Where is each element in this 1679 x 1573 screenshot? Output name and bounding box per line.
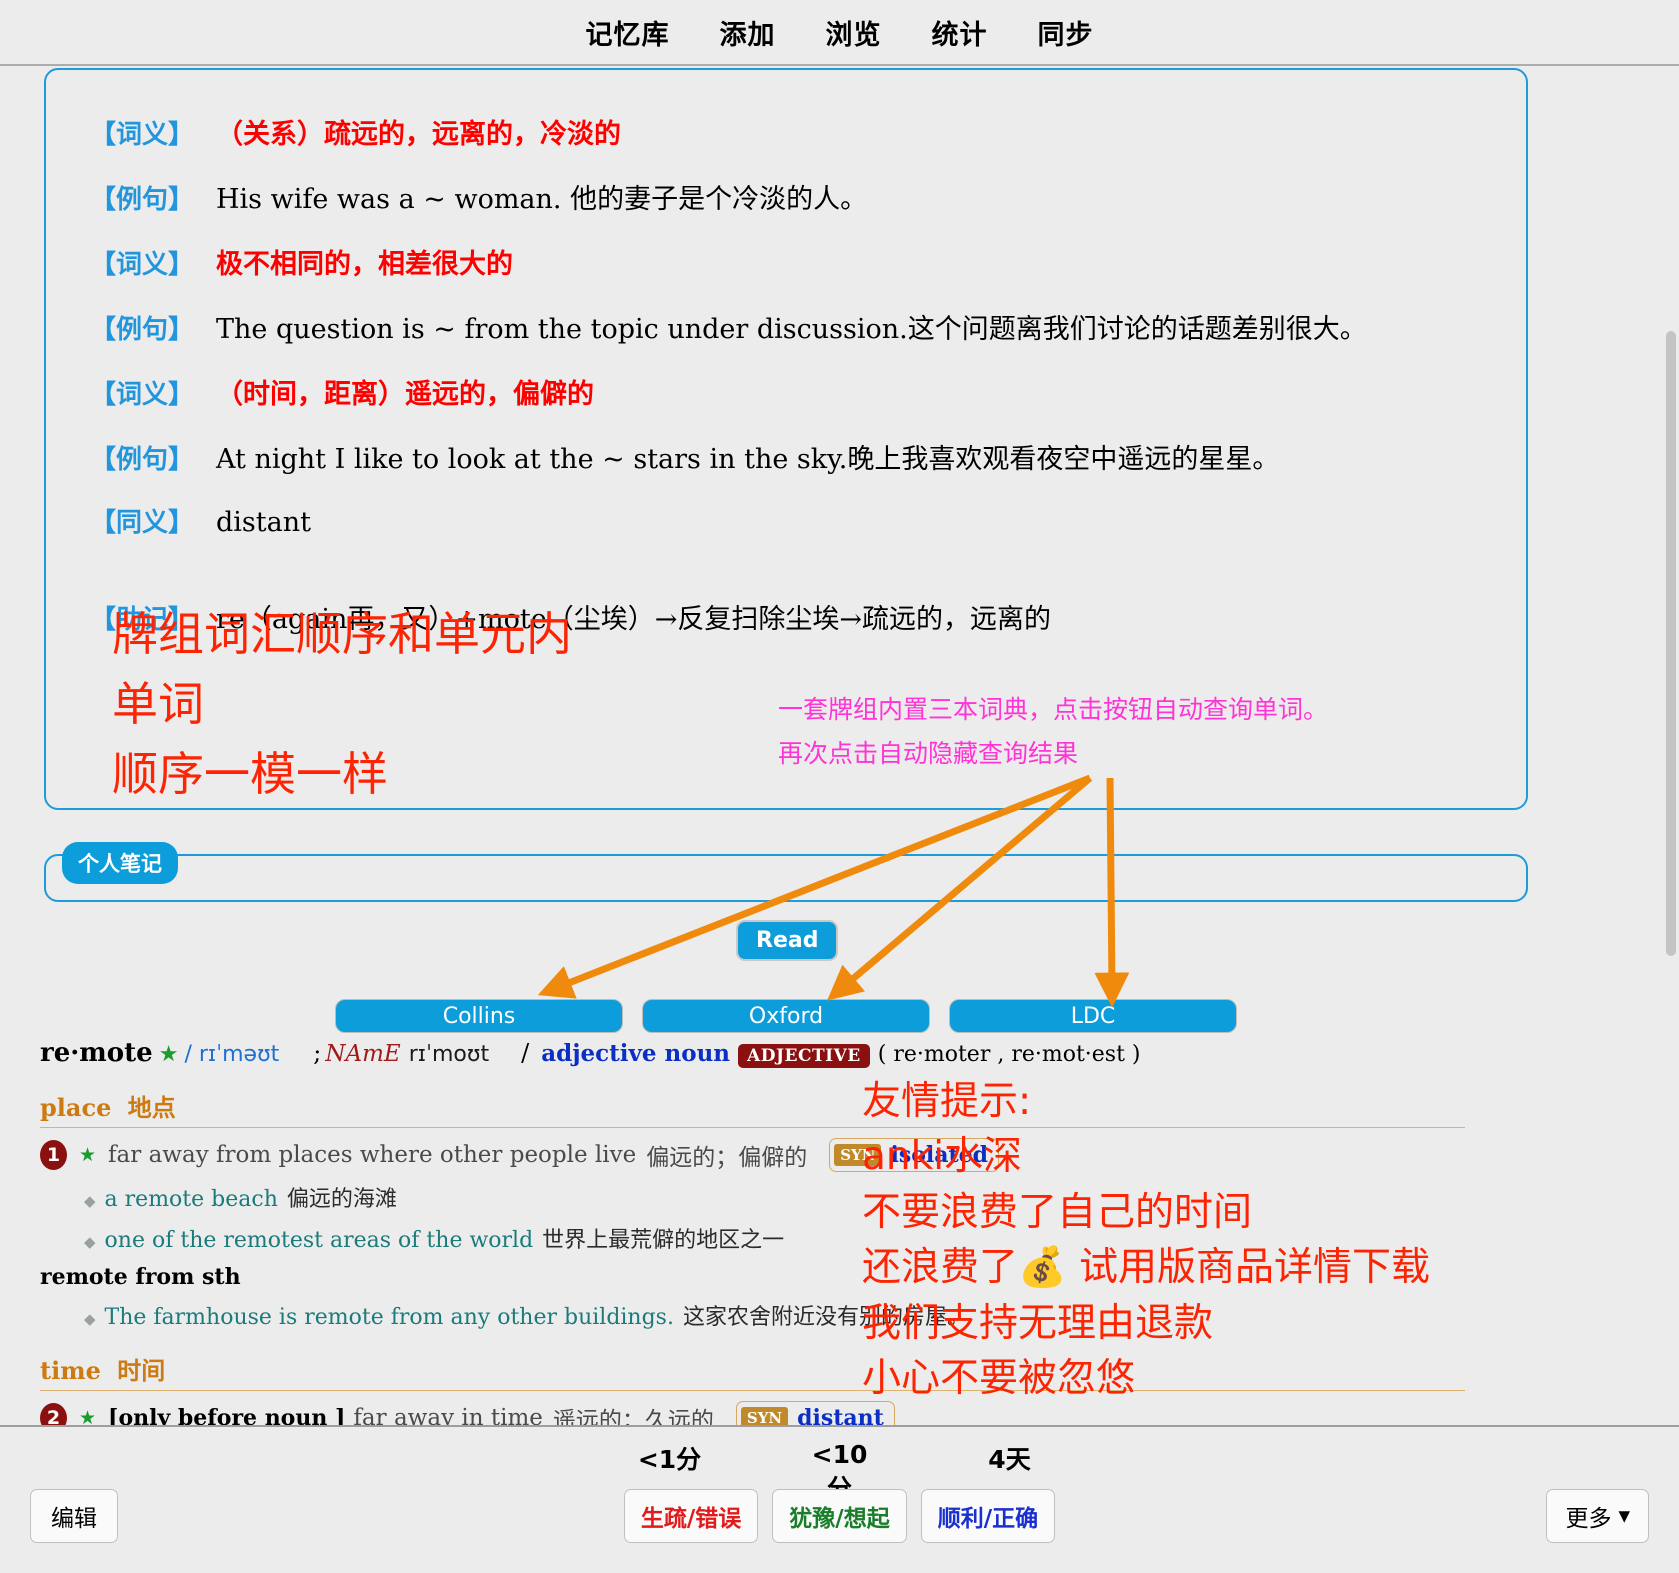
dictionary-button-collins[interactable]: Collins (335, 999, 623, 1033)
card-row: 【词义】 极不相同的，相差很大的 (90, 242, 1510, 281)
entry-part-of-speech: adjective noun (541, 1040, 731, 1067)
answer-button-hard[interactable]: 犹豫/想起 (772, 1489, 907, 1543)
sense-number: 2 (40, 1403, 67, 1425)
star-icon: ★ (158, 1042, 179, 1067)
card-row: 【词义】 （时间，距离）遥远的，偏僻的 (90, 372, 1510, 411)
field-label-synonym: 【同义】 (90, 508, 195, 538)
sense-definition-cn: 遥远的；久远的 (552, 1408, 714, 1425)
example-en: a remote beach (104, 1187, 278, 1212)
field-value-meaning: 极不相同的，相差很大的 (216, 249, 513, 280)
answer-bar: <1分 <10分 4天 生疏/错误 犹豫/想起 顺利/正确 编辑 更多 ▾ (0, 1425, 1679, 1573)
nav-item-sync[interactable]: 同步 (1038, 13, 1094, 52)
more-button[interactable]: 更多 ▾ (1546, 1489, 1649, 1543)
entry-name-label: NAmE (325, 1041, 401, 1067)
dictionary-button-ldc[interactable]: LDC (949, 999, 1237, 1033)
sense-category-en: time (40, 1356, 101, 1385)
answer-button-good[interactable]: 顺利/正确 (920, 1489, 1056, 1543)
annotation-warning-note: 友情提示: anki水深 不要浪费了自己的时间 还浪费了💰 试用版商品详情下载 … (862, 1079, 1430, 1401)
sense-definition-en: far away in time (353, 1405, 543, 1425)
annotation-dictionary-note: 一套牌组内置三本词典，点击按钮自动查询单词。 再次点击自动隐藏查询结果 (778, 695, 1329, 768)
star-icon: ★ (79, 1144, 97, 1166)
field-label-example: 【例句】 (90, 185, 195, 215)
vertical-scrollbar[interactable] (1663, 66, 1679, 1425)
answer-buttons: 生疏/错误 犹豫/想起 顺利/正确 (0, 1489, 1679, 1543)
entry-ipa-british: / rɪˈməʊt (184, 1042, 280, 1067)
sense-definition-cn: 偏远的；偏僻的 (646, 1145, 808, 1171)
adjective-badge: ADJECTIVE (738, 1044, 870, 1068)
syn-value[interactable]: distant (797, 1405, 884, 1425)
card-row: 【例句】 His wife was a ~ woman. 他的妻子是个冷淡的人。 (90, 177, 1510, 216)
personal-notes-field[interactable] (44, 854, 1528, 902)
sense-grammar-note: [only before noun ] (108, 1405, 346, 1425)
example-cn: 世界上最荒僻的地区之一 (542, 1228, 785, 1253)
nav-item-decks[interactable]: 记忆库 (586, 13, 670, 52)
sense-number: 1 (40, 1140, 67, 1170)
field-value-example: At night I like to look at the ~ stars i… (216, 444, 1280, 475)
field-value-example: His wife was a ~ woman. 他的妻子是个冷淡的人。 (216, 184, 868, 215)
entry-ipa-american: rɪˈmoʊt (408, 1042, 490, 1067)
card-content-rows: 【词义】 （关系）疏远的，远离的，冷淡的 【例句】 His wife was a… (90, 112, 1510, 662)
answer-button-again[interactable]: 生疏/错误 (623, 1489, 759, 1543)
bullet-icon: ◆ (84, 1233, 96, 1251)
entry-inflections: ( re·moter , re·mot·est ) (877, 1042, 1141, 1067)
syn-label: SYN (740, 1407, 789, 1425)
chevron-down-icon: ▾ (1618, 1503, 1630, 1529)
card-scroll-area: 【词义】 （关系）疏远的，远离的，冷淡的 【例句】 His wife was a… (0, 66, 1679, 1425)
entry-slash: / (521, 1039, 530, 1067)
sense-category-cn: 时间 (117, 1357, 166, 1385)
nav-item-browse[interactable]: 浏览 (826, 13, 882, 52)
entry-headword-line: re·mote ★ / rɪˈməʊt ; NAmE rɪˈmoʊt / adj… (40, 1038, 1141, 1068)
example-en: one of the remotest areas of the world (104, 1228, 534, 1253)
field-value-synonym: distant (216, 507, 311, 538)
field-label-meaning: 【词义】 (90, 380, 195, 410)
field-value-meaning: （关系）疏远的，远离的，冷淡的 (216, 119, 621, 150)
annotation-deck-order-note: 牌组词汇顺序和单元内 单词 顺序一模一样 (112, 607, 572, 801)
field-label-meaning: 【词义】 (90, 120, 195, 150)
field-label-example: 【例句】 (90, 445, 195, 475)
personal-notes-label: 个人笔记 (62, 842, 178, 884)
top-navigation-bar: 记忆库 添加 浏览 统计 同步 (0, 0, 1679, 66)
bullet-icon: ◆ (84, 1310, 96, 1328)
card-row: 【同义】 distant (90, 502, 1510, 539)
entry-separator: ; (313, 1039, 322, 1067)
card-row: 【词义】 （关系）疏远的，远离的，冷淡的 (90, 112, 1510, 151)
edit-button[interactable]: 编辑 (30, 1489, 118, 1543)
field-value-example: The question is ~ from the topic under d… (216, 314, 1367, 345)
sense-definition-en: far away from places where other people … (108, 1142, 637, 1168)
card-row: 【例句】 The question is ~ from the topic un… (90, 307, 1510, 346)
dictionary-button-oxford[interactable]: Oxford (642, 999, 930, 1033)
example-en: The farmhouse is remote from any other b… (104, 1305, 674, 1330)
nav-item-stats[interactable]: 统计 (932, 13, 988, 52)
scrollbar-thumb[interactable] (1666, 331, 1676, 956)
bullet-icon: ◆ (84, 1192, 96, 1210)
nav-item-add[interactable]: 添加 (720, 13, 776, 52)
star-icon: ★ (79, 1407, 97, 1425)
field-label-example: 【例句】 (90, 315, 195, 345)
sense-category-cn: 地点 (127, 1094, 176, 1122)
read-button[interactable]: Read (736, 920, 839, 961)
dictionary-button-row: Collins Oxford LDC (335, 999, 1237, 1033)
example-cn: 偏远的海滩 (286, 1187, 397, 1212)
field-value-meaning: （时间，距离）遥远的，偏僻的 (216, 379, 594, 410)
field-label-meaning: 【词义】 (90, 250, 195, 280)
sense-category-en: place (40, 1093, 112, 1122)
more-label: 更多 (1565, 1506, 1612, 1532)
card-row: 【例句】 At night I like to look at the ~ st… (90, 437, 1510, 476)
entry-headword: re·mote (40, 1038, 153, 1068)
